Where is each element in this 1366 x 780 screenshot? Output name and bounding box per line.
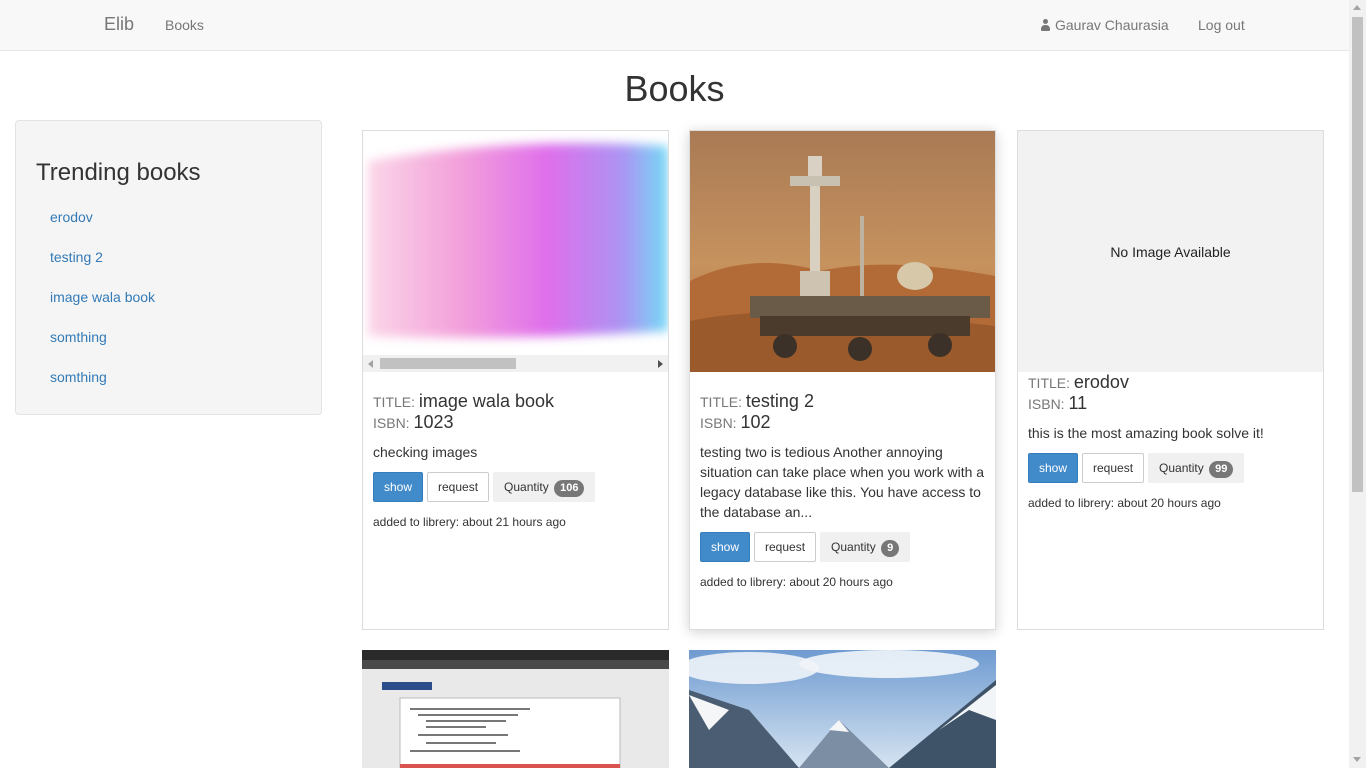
book-isbn-row: ISBN: 1023 (373, 412, 454, 432)
book-isbn-row: ISBN: 102 (700, 412, 771, 432)
added-timestamp: added to librery: about 20 hours ago (1028, 496, 1221, 510)
book-isbn: 102 (740, 412, 771, 432)
book-title-row: Title: image wala book (373, 391, 554, 411)
book-card-body: Title: erodov ISBN: 11 this is the most … (1028, 372, 1313, 510)
scroll-up-icon[interactable] (1353, 5, 1361, 10)
trending-link[interactable]: erodov (50, 209, 93, 225)
quantity-badge: 9 (881, 540, 900, 557)
book-card (362, 650, 669, 780)
book-isbn: 11 (1068, 393, 1088, 413)
added-timestamp: added to librery: about 20 hours ago (700, 575, 893, 589)
code-screenshot-image (362, 650, 669, 769)
image-scroll-thumb[interactable] (380, 358, 516, 369)
logout-link[interactable]: Log out (1198, 17, 1245, 33)
user-icon (1041, 19, 1050, 31)
book-title: erodov (1073, 372, 1129, 392)
book-title: image wala book (418, 391, 554, 411)
user-profile-link[interactable]: Gaurav Chaurasia (1041, 17, 1169, 33)
quantity-badge: 106 (554, 480, 585, 497)
no-image-placeholder: No Image Available (1018, 131, 1323, 372)
trending-sidebar: Trending books erodov testing 2 image wa… (15, 120, 322, 415)
trending-link[interactable]: testing 2 (50, 249, 103, 265)
list-item: somthing (50, 367, 155, 407)
book-title: testing 2 (745, 391, 814, 411)
list-item: somthing (50, 327, 155, 367)
image-horizontal-scrollbar[interactable] (363, 355, 668, 372)
book-description: this is the most amazing book solve it! (1028, 425, 1264, 441)
scroll-left-icon[interactable] (368, 360, 373, 368)
book-actions: show request Quantity 106 (373, 472, 658, 502)
user-name: Gaurav Chaurasia (1055, 17, 1169, 33)
book-title-row: Title: erodov (1028, 372, 1129, 392)
added-timestamp: added to librery: about 21 hours ago (373, 515, 566, 529)
quantity-badge: 99 (1209, 461, 1234, 478)
show-button[interactable]: show (373, 472, 424, 502)
trending-link[interactable]: somthing (50, 369, 107, 385)
request-button[interactable]: request (754, 532, 817, 562)
book-card-body: Title: image wala book ISBN: 1023 checki… (373, 391, 658, 529)
book-card (679, 650, 996, 780)
trending-link[interactable]: image wala book (50, 289, 155, 305)
mountains-image (679, 650, 996, 768)
nav-books-link[interactable]: Books (165, 17, 204, 33)
book-isbn-row: ISBN: 11 (1028, 393, 1088, 413)
trending-heading: Trending books (36, 159, 201, 186)
quantity-button[interactable]: Quantity 99 (1148, 453, 1245, 483)
scrollbar-thumb[interactable] (1352, 17, 1363, 492)
book-card: No Image Available Title: erodov ISBN: 1… (1017, 130, 1324, 630)
brand-link[interactable]: Elib (104, 14, 134, 35)
scroll-down-icon[interactable] (1353, 757, 1361, 762)
trending-link[interactable]: somthing (50, 329, 107, 345)
mars-rover-image (690, 131, 995, 372)
book-description: checking images (373, 444, 478, 460)
paint-swatch-image (363, 131, 668, 355)
list-item: erodov (50, 207, 155, 247)
quantity-button[interactable]: Quantity 9 (820, 532, 911, 562)
show-button[interactable]: show (1028, 453, 1079, 483)
book-image (690, 131, 995, 372)
list-item: image wala book (50, 287, 155, 327)
request-button[interactable]: request (1082, 453, 1145, 483)
list-item: testing 2 (50, 247, 155, 287)
show-button[interactable]: show (700, 532, 751, 562)
book-description: testing two is tedious Another annoying … (700, 444, 985, 520)
quantity-button[interactable]: Quantity 106 (493, 472, 596, 502)
book-image-scroll[interactable] (363, 131, 668, 372)
book-card-body: Title: testing 2 ISBN: 102 testing two i… (700, 391, 985, 589)
page-title: Books (624, 68, 725, 109)
book-isbn: 1023 (413, 412, 454, 432)
book-actions: show request Quantity 9 (700, 532, 985, 562)
scroll-right-icon[interactable] (658, 360, 663, 368)
book-actions: show request Quantity 99 (1028, 453, 1313, 483)
trending-list: erodov testing 2 image wala book somthin… (50, 207, 155, 407)
book-card: Title: testing 2 ISBN: 102 testing two i… (689, 130, 996, 630)
book-card: Title: image wala book ISBN: 1023 checki… (362, 130, 669, 630)
book-title-row: Title: testing 2 (700, 391, 814, 411)
navbar: Elib Books Gaurav Chaurasia Log out (0, 0, 1349, 51)
request-button[interactable]: request (427, 472, 490, 502)
page-scrollbar[interactable] (1349, 0, 1366, 768)
